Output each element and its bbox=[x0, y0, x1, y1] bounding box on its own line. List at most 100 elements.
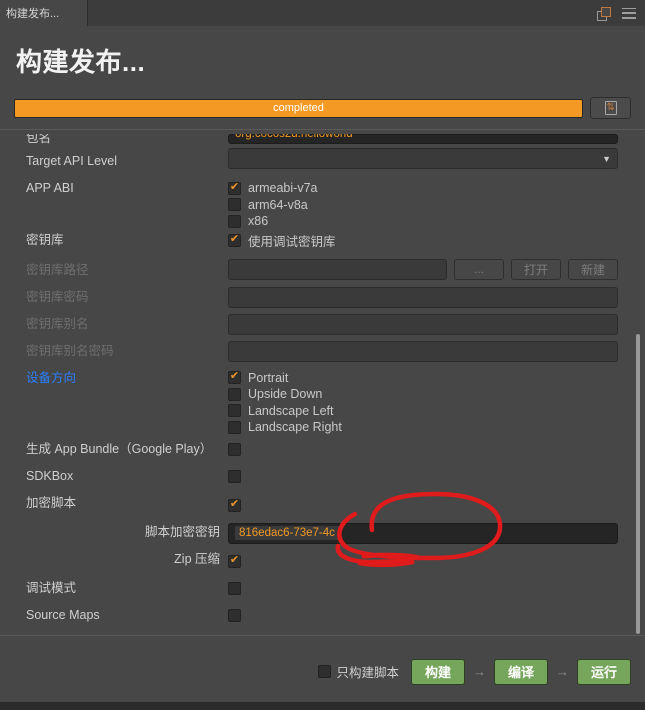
open-log-button[interactable] bbox=[590, 97, 631, 119]
label-device-orientation[interactable]: 设备方向 bbox=[26, 370, 228, 386]
checkbox-landscape-left[interactable] bbox=[228, 404, 241, 418]
row-debug-mode: 调试模式 bbox=[0, 575, 645, 602]
script-encrypt-key-input[interactable]: 816edac6-73e7-4c bbox=[228, 522, 618, 544]
checkbox-sdkbox[interactable] bbox=[228, 469, 241, 483]
control-sdkbox bbox=[228, 463, 645, 488]
control-script-key: 816edac6-73e7-4c bbox=[228, 517, 645, 544]
control-app-abi: armeabi-v7a arm64-v8a x86 bbox=[228, 175, 645, 230]
row-keystore-path: 密钥库路径 ... 打开 新建 bbox=[0, 256, 645, 284]
control-debug-mode bbox=[228, 575, 645, 600]
target-api-level-select[interactable]: ▼ bbox=[228, 148, 618, 169]
checkbox-row[interactable]: armeabi-v7a bbox=[228, 180, 618, 197]
row-app-bundle: 生成 App Bundle（Google Play） bbox=[0, 436, 645, 463]
checkbox-script-only[interactable] bbox=[318, 665, 332, 678]
document-export-icon bbox=[604, 101, 617, 115]
label-arm64-v8a: arm64-v8a bbox=[248, 197, 308, 212]
hamburger-menu-icon[interactable] bbox=[622, 7, 636, 19]
label-app-bundle: 生成 App Bundle（Google Play） bbox=[26, 441, 213, 456]
label-use-debug-keystore: 使用调试密钥库 bbox=[248, 235, 336, 250]
label-portrait: Portrait bbox=[248, 370, 289, 385]
label-zip-compress: Zip 压缩 bbox=[174, 551, 220, 566]
label-keystore-alias-password: 密钥库别名密码 bbox=[26, 343, 114, 358]
label-keystore-alias: 密钥库别名 bbox=[26, 316, 89, 331]
label-app-abi: APP ABI bbox=[26, 181, 74, 195]
checkbox-arm64-v8a[interactable] bbox=[228, 198, 241, 212]
checkbox-row[interactable]: 使用调试密钥库 bbox=[228, 233, 618, 250]
checkbox-row[interactable]: arm64-v8a bbox=[228, 197, 618, 214]
row-script-key: 脚本加密密钥 816edac6-73e7-4c bbox=[0, 517, 645, 547]
label-landscape-left: Landscape Left bbox=[248, 403, 334, 418]
control-keystore: 使用调试密钥库 bbox=[228, 230, 645, 250]
build-settings-form: 包名 org.cocos2d.helloworld Target API Lev… bbox=[0, 130, 645, 629]
checkbox-row[interactable]: Landscape Left bbox=[228, 403, 618, 420]
checkbox-row[interactable]: Landscape Right bbox=[228, 419, 618, 436]
checkbox-encrypt-script[interactable] bbox=[228, 498, 241, 512]
progress-status-label: completed bbox=[273, 102, 324, 114]
keystore-path-input[interactable] bbox=[228, 258, 447, 280]
checkbox-upside-down[interactable] bbox=[228, 387, 241, 401]
package-name-input[interactable]: org.cocos2d.helloworld bbox=[228, 134, 618, 144]
checkbox-row[interactable]: Portrait bbox=[228, 370, 618, 387]
control-zip-compress bbox=[228, 547, 645, 569]
label-keystore-path: 密钥库路径 bbox=[26, 262, 89, 277]
tab-label: 构建发布... bbox=[6, 8, 60, 20]
script-only-group[interactable]: 只构建脚本 bbox=[318, 663, 399, 680]
control-target-api-level: ▼ bbox=[228, 148, 645, 169]
control-keystore-alias bbox=[228, 311, 645, 335]
browse-keystore-button[interactable]: ... bbox=[454, 258, 504, 280]
row-keystore-password: 密钥库密码 bbox=[0, 284, 645, 311]
row-encrypt-script: 加密脚本 bbox=[0, 490, 645, 517]
row-keystore: 密钥库 使用调试密钥库 bbox=[0, 230, 645, 256]
label-encrypt-script: 加密脚本 bbox=[26, 495, 77, 510]
label-landscape-right: Landscape Right bbox=[248, 420, 342, 435]
row-zip-compress: Zip 压缩 bbox=[0, 547, 645, 575]
control-keystore-path: ... 打开 新建 bbox=[228, 256, 645, 280]
label-debug-mode: 调试模式 bbox=[26, 580, 77, 595]
run-button[interactable]: 运行 bbox=[577, 658, 631, 685]
label-armeabi-v7a: armeabi-v7a bbox=[248, 181, 318, 196]
keystore-path-group: ... 打开 新建 bbox=[228, 258, 618, 280]
row-device-orientation: 设备方向 Portrait Upside Down Landscape Left… bbox=[0, 365, 645, 436]
compile-button[interactable]: 编译 bbox=[494, 658, 548, 685]
label-script-only: 只构建脚本 bbox=[336, 666, 399, 680]
checkbox-debug-mode[interactable] bbox=[228, 581, 241, 595]
checkbox-zip-compress[interactable] bbox=[228, 554, 241, 568]
progress-row: completed bbox=[0, 79, 645, 129]
tabbar-spacer bbox=[88, 0, 597, 26]
build-progress-bar: completed bbox=[14, 98, 583, 118]
script-encrypt-key-value: 816edac6-73e7-4c bbox=[235, 526, 339, 540]
scrollbar-thumb[interactable] bbox=[636, 334, 640, 634]
panel-header: 构建发布... bbox=[0, 26, 645, 79]
keystore-password-input[interactable] bbox=[228, 286, 618, 308]
open-keystore-button[interactable]: 打开 bbox=[511, 258, 561, 280]
checkbox-row[interactable]: x86 bbox=[228, 213, 618, 230]
label-x86: x86 bbox=[248, 214, 269, 229]
keystore-alias-input[interactable] bbox=[228, 313, 618, 335]
arrow-right-icon: → bbox=[473, 664, 486, 679]
keystore-alias-password-input[interactable] bbox=[228, 340, 618, 362]
settings-scroll-area[interactable]: 包名 org.cocos2d.helloworld Target API Lev… bbox=[0, 129, 645, 635]
checkbox-armeabi-v7a[interactable] bbox=[228, 181, 241, 195]
checkbox-app-bundle[interactable] bbox=[228, 442, 241, 456]
checkbox-x86[interactable] bbox=[228, 214, 241, 228]
label-source-maps: Source Maps bbox=[26, 607, 100, 622]
label-sdkbox: SDKBox bbox=[26, 468, 74, 483]
row-target-api-level: Target API Level ▼ bbox=[0, 148, 645, 175]
row-app-abi: APP ABI armeabi-v7a arm64-v8a x86 bbox=[0, 175, 645, 230]
checkbox-landscape-right[interactable] bbox=[228, 420, 241, 434]
new-keystore-button[interactable]: 新建 bbox=[568, 258, 618, 280]
page-title: 构建发布... bbox=[16, 47, 146, 77]
popout-icon[interactable] bbox=[597, 6, 611, 21]
vertical-scrollbar[interactable] bbox=[636, 138, 640, 634]
row-source-maps: Source Maps bbox=[0, 602, 645, 629]
checkbox-source-maps[interactable] bbox=[228, 608, 241, 622]
build-button[interactable]: 构建 bbox=[411, 658, 465, 685]
checkbox-use-debug-keystore[interactable] bbox=[228, 234, 241, 248]
tab-build-publish[interactable]: 构建发布... bbox=[0, 0, 88, 26]
package-name-value: org.cocos2d.helloworld bbox=[235, 134, 353, 140]
control-source-maps bbox=[228, 602, 645, 627]
control-encrypt-script bbox=[228, 490, 645, 513]
checkbox-row[interactable]: Upside Down bbox=[228, 386, 618, 403]
checkbox-portrait[interactable] bbox=[228, 371, 241, 385]
control-keystore-alias-password bbox=[228, 338, 645, 362]
